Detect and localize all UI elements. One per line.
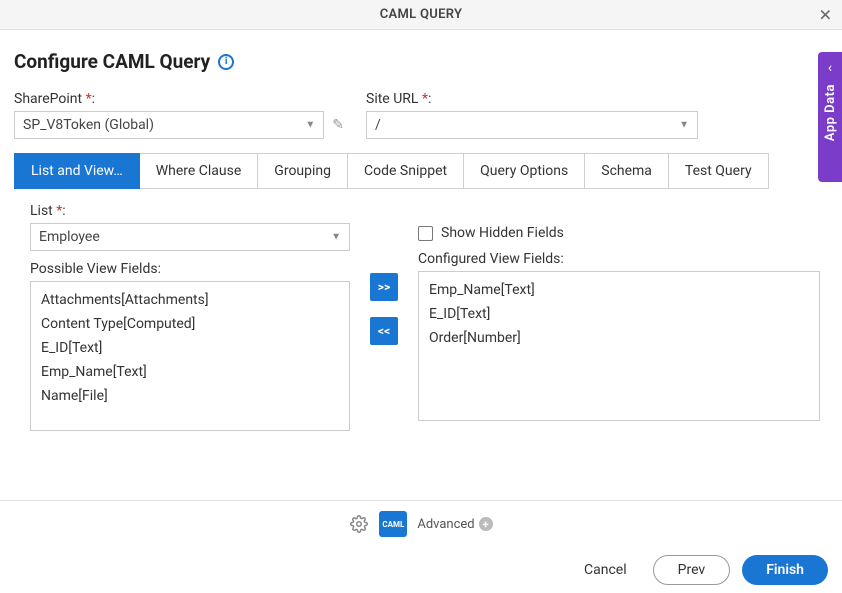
- list-item[interactable]: Emp_Name[Text]: [31, 360, 349, 384]
- caml-icon[interactable]: CAML: [379, 511, 407, 537]
- list-item[interactable]: E_ID[Text]: [31, 336, 349, 360]
- advanced-toggle[interactable]: Advanced +: [417, 517, 492, 532]
- tab-list-and-view[interactable]: List and View…: [14, 153, 140, 189]
- list-item[interactable]: Order[Number]: [419, 326, 819, 350]
- list-item[interactable]: E_ID[Text]: [419, 302, 819, 326]
- list-item[interactable]: Emp_Name[Text]: [419, 278, 819, 302]
- configured-fields-list[interactable]: Emp_Name[Text] E_ID[Text] Order[Number]: [418, 271, 820, 421]
- dialog-title: CAML QUERY: [380, 7, 463, 22]
- remove-field-button[interactable]: <<: [370, 317, 398, 345]
- cancel-button[interactable]: Cancel: [570, 555, 641, 585]
- finish-button[interactable]: Finish: [742, 555, 828, 585]
- app-data-panel-tab[interactable]: ‹ App Data: [818, 52, 842, 182]
- prev-button[interactable]: Prev: [653, 555, 731, 585]
- close-icon[interactable]: ✕: [819, 5, 832, 24]
- tab-schema[interactable]: Schema: [585, 153, 669, 189]
- list-label: List *:: [30, 203, 350, 219]
- required-indicator: *: [86, 91, 92, 107]
- siteurl-select[interactable]: / ▼: [366, 111, 698, 139]
- tabs-container: List and View… Where Clause Grouping Cod…: [14, 153, 828, 189]
- required-indicator: *: [56, 203, 62, 219]
- footer: Cancel Prev Finish: [0, 547, 842, 593]
- plus-icon: +: [479, 517, 493, 531]
- chevron-down-icon: ▼: [305, 120, 315, 131]
- list-select[interactable]: Employee ▼: [30, 223, 350, 251]
- chevron-down-icon: ▼: [679, 120, 689, 131]
- add-field-button[interactable]: >>: [370, 273, 398, 301]
- toolbar: CAML Advanced +: [0, 500, 842, 547]
- possible-fields-list[interactable]: Attachments[Attachments] Content Type[Co…: [30, 281, 350, 431]
- page-title: Configure CAML Query i: [14, 50, 828, 73]
- edit-icon[interactable]: ✎: [330, 117, 346, 133]
- dialog-header: CAML QUERY ✕: [0, 0, 842, 30]
- possible-fields-label: Possible View Fields:: [30, 261, 350, 277]
- required-indicator: *: [422, 91, 428, 107]
- chevron-left-icon: ‹: [828, 60, 832, 76]
- tab-grouping[interactable]: Grouping: [258, 153, 348, 189]
- tab-where-clause[interactable]: Where Clause: [140, 153, 259, 189]
- show-hidden-checkbox[interactable]: [418, 226, 433, 241]
- chevron-down-icon: ▼: [331, 232, 341, 243]
- list-item[interactable]: Content Type[Computed]: [31, 312, 349, 336]
- siteurl-label: Site URL *:: [366, 91, 698, 107]
- info-icon[interactable]: i: [218, 54, 234, 70]
- app-data-label: App Data: [823, 84, 838, 141]
- show-hidden-label: Show Hidden Fields: [441, 225, 564, 241]
- sharepoint-select[interactable]: SP_V8Token (Global) ▼: [14, 111, 324, 139]
- tab-query-options[interactable]: Query Options: [464, 153, 585, 189]
- tab-test-query[interactable]: Test Query: [669, 153, 769, 189]
- configured-fields-label: Configured View Fields:: [418, 251, 820, 267]
- sharepoint-label: SharePoint *:: [14, 91, 346, 107]
- tab-code-snippet[interactable]: Code Snippet: [348, 153, 464, 189]
- gear-icon[interactable]: [349, 514, 369, 534]
- list-item[interactable]: Name[File]: [31, 384, 349, 408]
- list-item[interactable]: Attachments[Attachments]: [31, 288, 349, 312]
- page-title-text: Configure CAML Query: [14, 50, 210, 73]
